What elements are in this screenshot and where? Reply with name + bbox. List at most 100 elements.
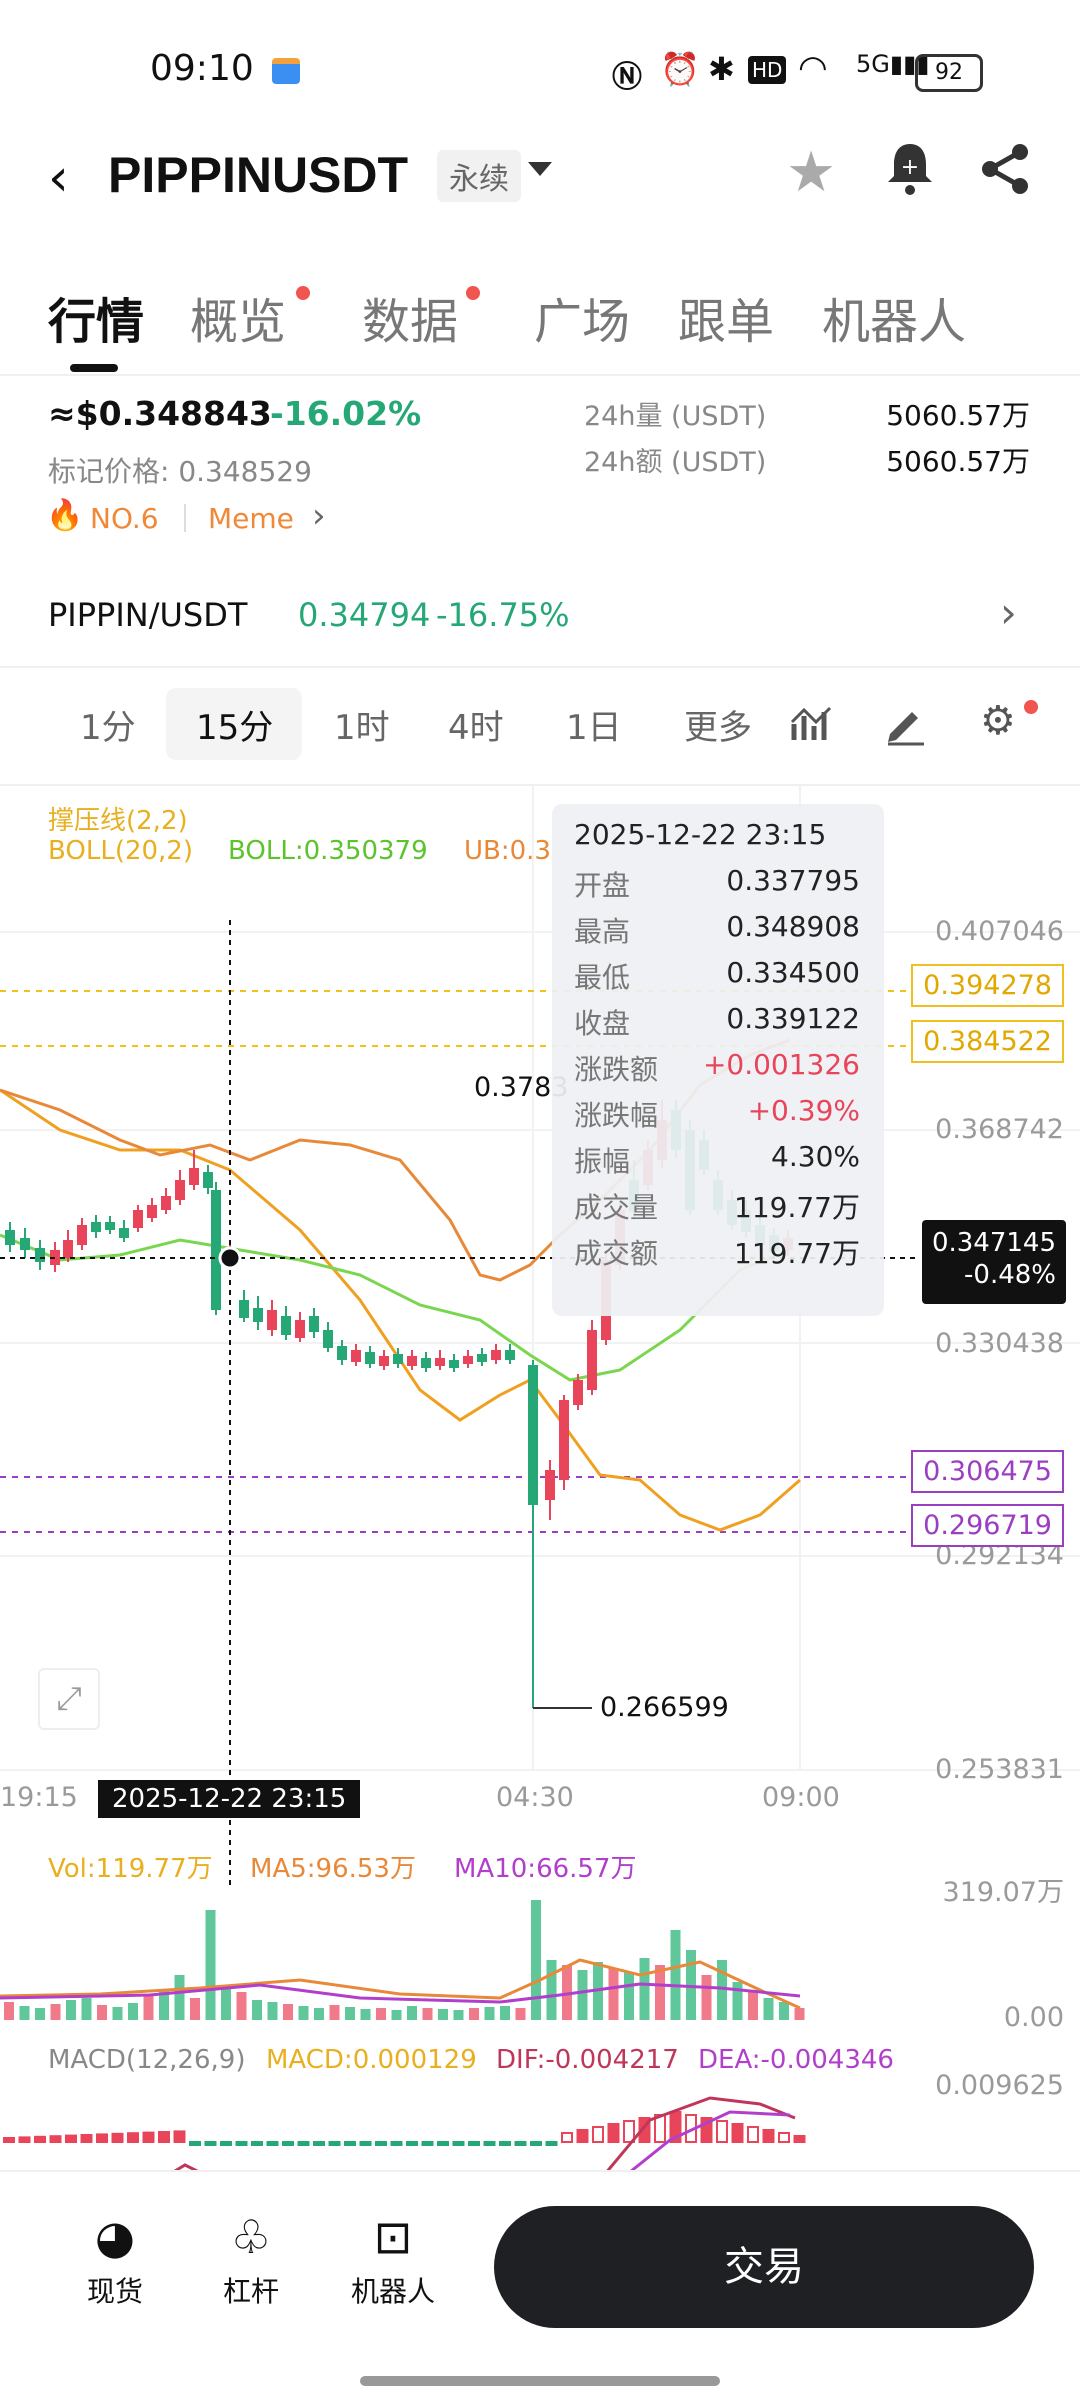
candle-body xyxy=(175,1180,185,1200)
volume-bar xyxy=(794,2008,805,2020)
indicator-icon[interactable] xyxy=(790,704,834,748)
macd-bar xyxy=(375,2141,387,2146)
macd-bar xyxy=(437,2141,449,2146)
candle-body xyxy=(573,1380,583,1405)
candle-body xyxy=(309,1316,319,1332)
macd-bar xyxy=(731,2123,744,2143)
tab-copy-trade[interactable]: 跟单 xyxy=(678,282,774,352)
alert-bell-icon[interactable]: + xyxy=(884,140,936,200)
divider-v xyxy=(184,504,186,532)
tooltip-row: 成交量 119.77万 xyxy=(574,1186,860,1226)
contract-type-badge[interactable]: 永续 xyxy=(437,150,521,202)
status-time: 09:10 xyxy=(150,48,254,89)
interval-1m[interactable]: 1分 xyxy=(80,700,136,749)
tooltip-key: 振幅 xyxy=(574,1145,631,1178)
chevron-down-icon[interactable] xyxy=(528,162,552,176)
volume-bar xyxy=(19,2006,30,2020)
candle-body xyxy=(77,1225,87,1245)
spot-price: 0.34794 xyxy=(298,596,431,634)
macd-bar xyxy=(747,2126,759,2143)
candle-body xyxy=(491,1350,501,1360)
tab-square[interactable]: 广场 xyxy=(534,282,630,352)
tab-bot[interactable]: 机器人 xyxy=(822,282,966,352)
interval-1h[interactable]: 1时 xyxy=(334,700,390,749)
macd-bar xyxy=(793,2135,806,2143)
tooltip-row: 成交额 119.77万 xyxy=(574,1232,860,1272)
candle-body xyxy=(35,1248,45,1262)
tab-overview-dot xyxy=(296,286,310,300)
candle-body xyxy=(393,1354,403,1364)
interval-15m[interactable]: 15分 xyxy=(196,700,273,749)
price-axis-label: 0.330438 xyxy=(935,1328,1064,1359)
macd-bar xyxy=(421,2141,434,2146)
divider xyxy=(0,374,1080,376)
candle-body xyxy=(505,1350,515,1360)
tab-market[interactable]: 行情 xyxy=(48,282,144,352)
margin-label: 杠杆 xyxy=(222,2275,279,2308)
candle-body xyxy=(203,1172,213,1188)
current-change: -0.48% xyxy=(964,1260,1056,1290)
interval-4h[interactable]: 4时 xyxy=(448,700,504,749)
fire-icon: 🔥 xyxy=(46,498,84,533)
price-axis-label: 0.253831 xyxy=(935,1754,1064,1785)
star-icon[interactable]: ★ xyxy=(786,140,836,205)
volume-bar xyxy=(376,2008,386,2020)
candle-body xyxy=(281,1316,291,1335)
volume-bar xyxy=(314,2008,324,2020)
draw-icon[interactable] xyxy=(884,702,928,750)
fullscreen-button[interactable]: ⤢ xyxy=(38,1668,100,1730)
back-icon[interactable]: ‹ xyxy=(48,148,69,208)
spot-label: 现货 xyxy=(86,2275,143,2308)
spot-row[interactable]: PIPPIN/USDT 0.34794 -16.75% › xyxy=(0,566,1080,668)
indicator-label: 撑压线(2,2) xyxy=(48,806,188,836)
candle-body xyxy=(189,1168,199,1185)
interval-1d[interactable]: 1日 xyxy=(566,700,622,749)
category-link[interactable]: Meme xyxy=(208,502,294,535)
amt-24h-label: 24h额 (USDT) xyxy=(584,447,767,478)
trade-button[interactable]: 交易 xyxy=(494,2206,1034,2328)
price-chart[interactable]: 撑压线(2,2) BOLL(20,2) BOLL:0.350379 UB:0.3… xyxy=(0,786,1080,1886)
candle-body xyxy=(253,1308,263,1322)
volume-bar xyxy=(190,1998,200,2020)
candle-body xyxy=(239,1300,249,1318)
interval-more[interactable]: 更多 xyxy=(684,700,752,749)
volume-bar xyxy=(732,1982,743,2020)
chevron-right-icon[interactable]: › xyxy=(312,496,326,536)
macd-bar xyxy=(607,2123,620,2143)
macd-bar xyxy=(127,2132,139,2143)
bottom-nav: ◕ 现货 ♧ 杠杆 ⊡ 机器人 交易 xyxy=(0,2170,1080,2400)
boll-value: BOLL:0.350379 xyxy=(228,836,428,866)
volume-bar xyxy=(608,1968,619,2020)
volume-bar xyxy=(4,2002,14,2020)
tooltip-row: 涨跌幅 +0.39% xyxy=(574,1094,860,1134)
tooltip-row: 振幅 4.30% xyxy=(574,1140,860,1180)
volume-bar xyxy=(128,2003,138,2020)
macd-bar xyxy=(173,2130,186,2143)
time-axis-label: 09:00 xyxy=(762,1782,840,1813)
candle-body xyxy=(20,1238,30,1250)
tooltip-value: +0.39% xyxy=(747,1094,860,1127)
bot-nav-item[interactable]: ⊡ 机器人 xyxy=(338,2210,448,2310)
macd-bar xyxy=(328,2141,341,2146)
vol-24h-value: 5060.57万 xyxy=(886,399,1030,432)
macd-bar xyxy=(80,2134,93,2143)
share-icon[interactable] xyxy=(980,142,1032,200)
notification-icon xyxy=(272,58,300,84)
candle-body xyxy=(267,1310,277,1330)
candle-body xyxy=(365,1352,375,1364)
volume-bar xyxy=(329,2005,340,2020)
candle-body xyxy=(91,1222,101,1232)
macd-bar xyxy=(266,2141,279,2146)
last-price: ≈$0.348843 xyxy=(48,394,272,433)
margin-nav-item[interactable]: ♧ 杠杆 xyxy=(206,2210,296,2310)
mark-price: 标记价格: 0.348529 xyxy=(48,455,312,488)
tab-data[interactable]: 数据 xyxy=(362,282,458,352)
tab-overview[interactable]: 概览 xyxy=(190,282,286,352)
chart-settings-icon[interactable]: ⚙ xyxy=(980,698,1016,744)
spot-nav-item[interactable]: ◕ 现货 xyxy=(70,2210,160,2310)
tooltip-row: 最高 0.348908 xyxy=(574,910,860,950)
tooltip-value: 0.348908 xyxy=(726,910,860,943)
candle-body xyxy=(161,1196,171,1210)
macd-bar xyxy=(235,2141,248,2146)
robot-icon: ⊡ xyxy=(373,2210,413,2264)
